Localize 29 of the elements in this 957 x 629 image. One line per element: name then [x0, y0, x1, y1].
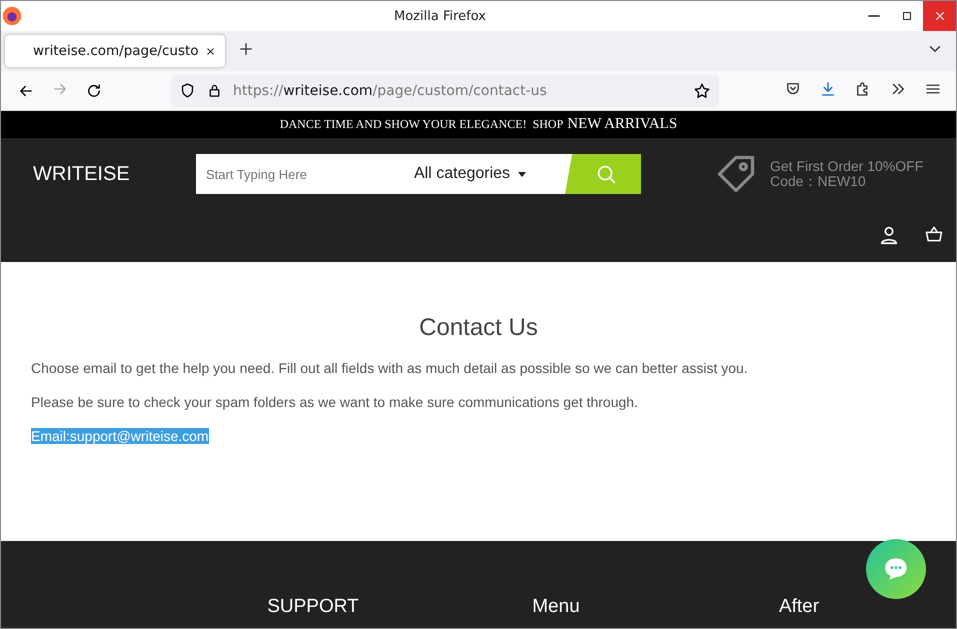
footer-heading: Menu — [532, 596, 580, 618]
search-icon — [595, 163, 617, 185]
address-bar[interactable]: https://writeise.com/page/custom/contact-us — [171, 74, 719, 106]
announcement-link[interactable]: NEW ARRIVALS — [567, 116, 678, 133]
paragraph: Please be sure to check your spam folders as we want to make sure communications get through. — [31, 394, 639, 410]
new-tab-icon[interactable] — [237, 40, 255, 58]
promo-text: Get First Order 10%OFF — [770, 159, 924, 174]
close-button[interactable] — [923, 1, 956, 31]
caret-icon — [518, 172, 526, 176]
announcement-text: DANCE TIME AND SHOW YOUR ELEGANCE! SHOP — [280, 117, 564, 132]
download-icon[interactable] — [819, 80, 837, 98]
search-field[interactable]: Start Typing Here — [196, 154, 396, 194]
footer-heading: After — [778, 596, 820, 618]
paragraph: Choose email to get the help you need. Fill out all fields with as much detail as possible so we can better assist you. — [31, 360, 749, 376]
star-icon[interactable] — [693, 82, 711, 100]
minimize-icon — [868, 15, 880, 17]
site-logo[interactable]: WRITEISE — [33, 162, 196, 186]
window-title: Mozilla Firefox — [393, 8, 487, 24]
shield-icon — [179, 82, 196, 99]
browser-tab[interactable]: writeise.com/page/custo — [5, 35, 225, 67]
promo-text: Code：NEW10 — [770, 174, 867, 189]
email-text: Email:support@writeise.com — [31, 428, 209, 444]
reload-icon[interactable] — [85, 82, 103, 100]
category-dropdown[interactable]: All categories — [396, 154, 563, 194]
footer-heading: SUPPORT — [267, 596, 359, 618]
basket-icon[interactable] — [924, 224, 944, 244]
browser-logo-icon — [1, 5, 23, 27]
page-heading: Contact Us — [418, 313, 539, 342]
user-icon[interactable] — [878, 224, 900, 246]
